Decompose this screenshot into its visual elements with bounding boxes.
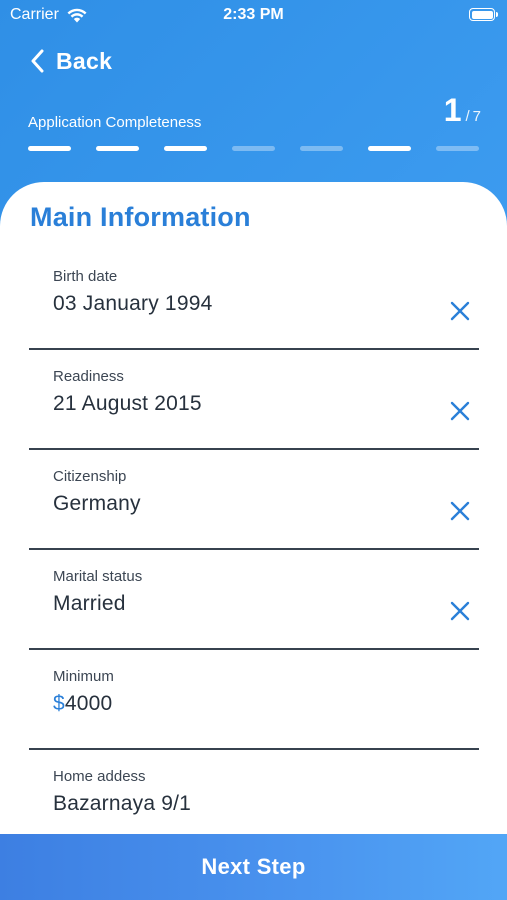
currency-symbol: $ (53, 692, 65, 715)
status-time: 2:33 PM (223, 6, 284, 23)
marital-status-field[interactable]: Marital status Married (29, 568, 479, 650)
home-address-field[interactable]: Home addess Bazarnaya 9/1 (29, 768, 479, 834)
status-bar: Carrier 2:33 PM (0, 0, 507, 30)
form-card: Main Information Birth date 03 January 1… (0, 182, 507, 834)
progress-current: 1 (443, 92, 462, 128)
citizenship-field[interactable]: Citizenship Germany (29, 468, 479, 550)
battery-icon (469, 8, 498, 21)
minimum-salary-field[interactable]: Minimum $4000 (29, 668, 479, 750)
field-label: Birth date (53, 268, 118, 285)
form-title: Main Information (30, 202, 251, 232)
field-label: Readiness (53, 368, 124, 385)
progress-segment (164, 146, 207, 151)
next-step-button[interactable]: Next Step (0, 834, 507, 900)
minimum-value: 4000 (64, 692, 113, 715)
field-value: 21 August 2015 (53, 392, 202, 415)
chevron-left-icon (31, 49, 44, 73)
progress-segment (368, 146, 411, 151)
field-value: Bazarnaya 9/1 (53, 792, 192, 815)
field-value: $4000 (53, 692, 112, 716)
field-label: Citizenship (53, 468, 127, 485)
progress-segment (96, 146, 139, 151)
field-label: Home addess (53, 768, 146, 785)
clear-icon[interactable] (449, 600, 471, 622)
progress-segment (28, 146, 71, 151)
clear-icon[interactable] (449, 300, 471, 322)
readiness-field[interactable]: Readiness 21 August 2015 (29, 368, 479, 450)
progress-segment (436, 146, 479, 151)
progress-segment (232, 146, 275, 151)
field-value: Married (53, 592, 126, 615)
field-label: Minimum (53, 668, 114, 685)
progress-label: Application Completeness (28, 114, 202, 131)
birth-date-field[interactable]: Birth date 03 January 1994 (29, 268, 479, 350)
back-label: Back (56, 47, 113, 74)
field-label: Marital status (53, 568, 143, 585)
progress-total: 7 (472, 108, 481, 125)
field-value: Germany (53, 492, 141, 515)
clear-icon[interactable] (449, 400, 471, 422)
progress-separator: / (465, 108, 470, 125)
field-value: 03 January 1994 (53, 292, 213, 315)
progress-segment (300, 146, 343, 151)
progress-count: 1 / 7 (444, 92, 481, 129)
progress-segments (28, 146, 479, 151)
clear-icon[interactable] (449, 500, 471, 522)
back-button[interactable]: Back (30, 44, 112, 78)
